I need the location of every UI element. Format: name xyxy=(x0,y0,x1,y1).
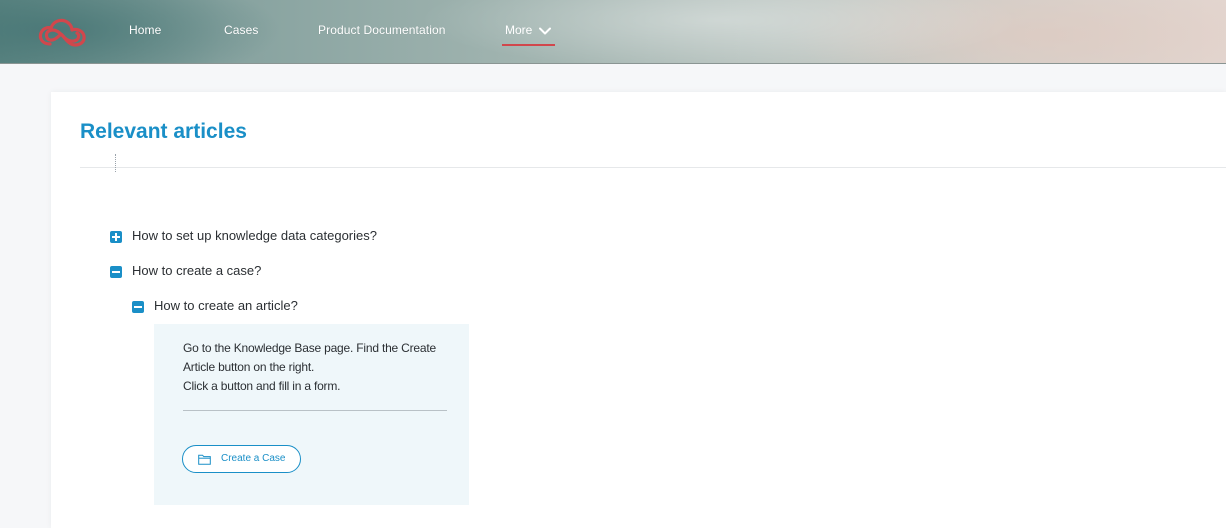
active-nav-indicator xyxy=(502,44,555,46)
tree-item-label: How to create a case? xyxy=(132,263,262,278)
create-case-button-label: Create a Case xyxy=(221,453,286,464)
tree-connector-line xyxy=(115,154,116,172)
article-line: Click a button and fill in a form. xyxy=(183,379,341,393)
nav-cases[interactable]: Cases xyxy=(224,23,259,41)
plus-square-icon[interactable] xyxy=(110,231,122,243)
article-divider xyxy=(183,410,447,411)
article-body: Go to the Knowledge Base page. Find the … xyxy=(183,339,453,396)
tree-item-label: How to create an article? xyxy=(154,298,298,313)
article-line: Article button on the right. xyxy=(183,360,315,374)
nav-more-label: More xyxy=(505,23,533,37)
tree-item-label: How to set up knowledge data categories? xyxy=(132,228,377,243)
page-title: Relevant articles xyxy=(80,120,247,143)
chevron-down-icon xyxy=(539,27,551,35)
nav-home[interactable]: Home xyxy=(129,23,161,41)
nav-more-dropdown[interactable]: More xyxy=(502,23,555,47)
cloud-infinity-icon[interactable] xyxy=(36,16,90,50)
title-divider xyxy=(80,167,1226,168)
create-case-button[interactable]: Create a Case xyxy=(182,445,301,473)
article-content-panel: Go to the Knowledge Base page. Find the … xyxy=(154,324,469,505)
article-line: Go to the Knowledge Base page. Find the … xyxy=(183,341,436,355)
minus-square-icon[interactable] xyxy=(132,301,144,313)
folder-icon xyxy=(198,454,211,465)
top-navigation-bar: Home Cases Product Documentation More xyxy=(0,0,1226,64)
nav-product-documentation[interactable]: Product Documentation xyxy=(318,23,446,41)
minus-square-icon[interactable] xyxy=(110,266,122,278)
